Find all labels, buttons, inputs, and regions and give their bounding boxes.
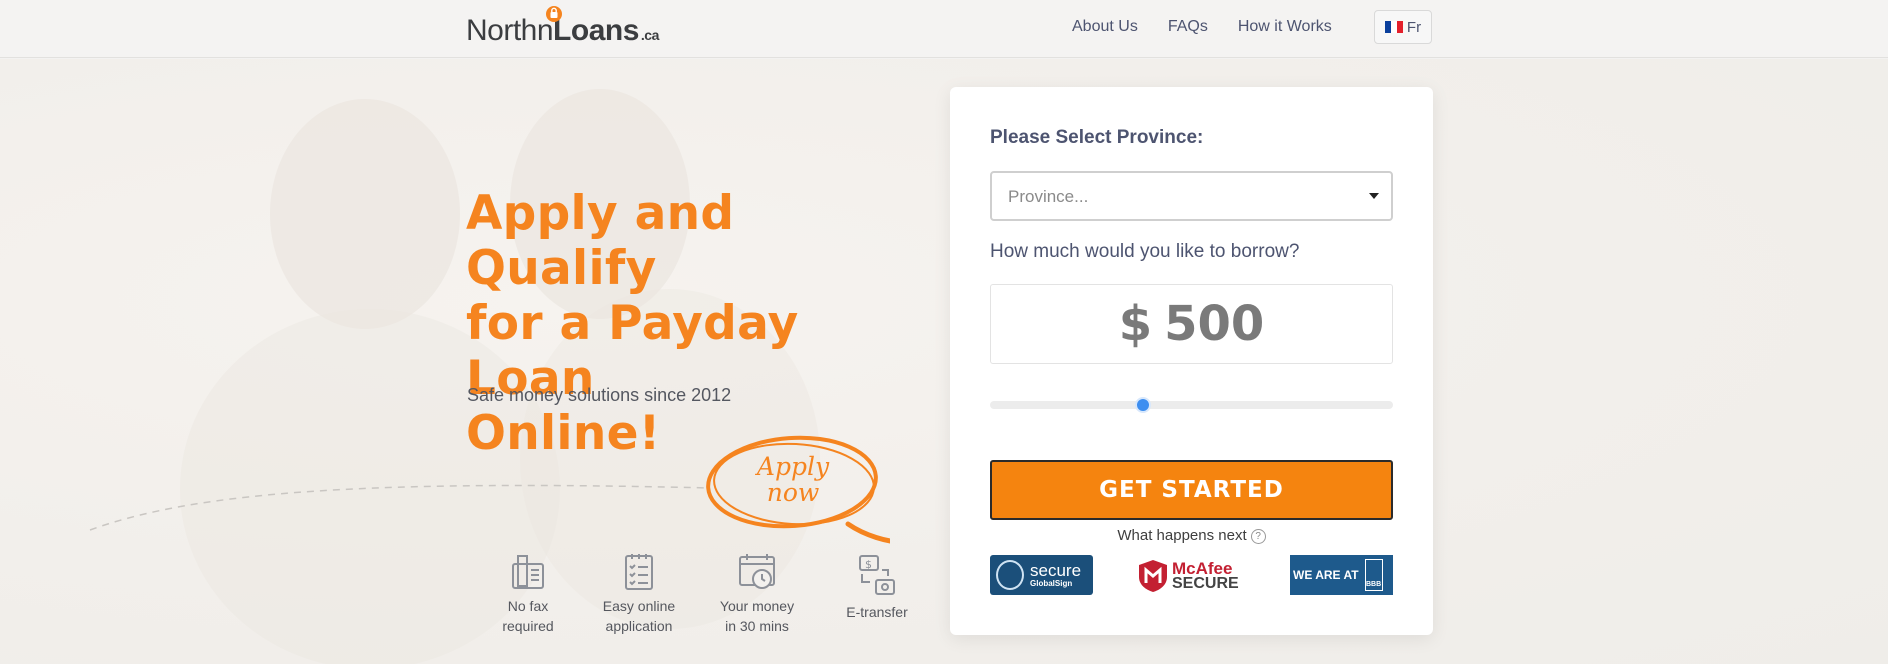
hero-background-photo (0, 59, 1888, 664)
globalsign-brand: GlobalSign (1030, 578, 1073, 588)
feature-label-line-2: in 30 mins (725, 618, 789, 634)
apply-now-stamp: Apply now (700, 434, 890, 564)
province-label: Please Select Province: (990, 127, 1204, 148)
globalsign-shield-icon (996, 560, 1024, 590)
borrow-amount-label: How much would you like to borrow? (990, 241, 1300, 262)
bbb-label: WE ARE AT (1293, 568, 1359, 582)
feature-label-line-1: Your money (719, 598, 795, 614)
what-happens-next-link[interactable]: What happens next? (950, 527, 1433, 544)
features-list: No fax required Easy online application (480, 552, 942, 636)
headline-line-1: Apply and Qualify (466, 186, 735, 296)
logo-text-loans: Loans (553, 14, 639, 47)
loan-amount-display: $ 500 (990, 284, 1393, 364)
e-transfer-icon: $ (859, 555, 895, 595)
bbb-logo-icon: BBB (1364, 559, 1383, 591)
trust-badges: secure GlobalSign McAfee SECURE WE ARE A… (990, 555, 1393, 597)
apply-now-line-2: now (766, 478, 820, 507)
currency-symbol: $ (1118, 296, 1153, 352)
padlock-icon (545, 6, 562, 22)
loan-amount-value: 500 (1164, 296, 1265, 352)
mcafee-shield-icon (1139, 560, 1167, 592)
feature-label-line-2: application (605, 618, 673, 634)
calendar-clock-icon (739, 554, 775, 589)
globalsign-label: secure (1030, 560, 1082, 580)
northnloans-logo[interactable]: North n Loans .ca (466, 6, 659, 50)
nav-about-us[interactable]: About Us (1072, 18, 1138, 36)
france-flag-icon (1384, 21, 1403, 33)
get-started-button[interactable]: GET STARTED (990, 460, 1393, 520)
province-select[interactable]: Province... (990, 171, 1393, 221)
main-nav: About Us FAQs How it Works (1072, 18, 1332, 36)
apply-now-line-1: Apply (756, 452, 830, 481)
hero-tagline: Safe money solutions since 2012 (467, 385, 732, 405)
chevron-down-icon (1369, 193, 1379, 199)
feature-label-line-2: required (502, 618, 554, 634)
nav-faqs[interactable]: FAQs (1168, 18, 1208, 36)
feature-label-line-1: No fax (507, 598, 549, 614)
logo-text-north: North (466, 14, 537, 47)
slider-handle[interactable] (1135, 397, 1152, 413)
hero-headline: Apply and Qualify for a Payday Loan Onli… (466, 186, 936, 461)
language-switch-button[interactable]: Fr (1374, 10, 1432, 44)
what-happens-next-label: What happens next (1117, 527, 1247, 544)
svg-text:$: $ (865, 558, 872, 571)
feature-fast-money: Your money in 30 mins (702, 552, 812, 636)
feature-label-line-1: Easy online (602, 598, 676, 614)
feature-e-transfer: $ E-transfer (812, 552, 942, 636)
loan-application-card: Please Select Province: Province... How … (950, 87, 1433, 635)
apply-now-text: Apply now (748, 454, 838, 506)
feature-no-fax: No fax required (480, 552, 576, 636)
language-label: Fr (1406, 18, 1422, 36)
feature-label-line-1: E-transfer (846, 604, 908, 620)
loan-amount-slider[interactable] (990, 401, 1393, 409)
globalsign-secure-badge[interactable]: secure GlobalSign (990, 555, 1093, 595)
nav-how-it-works[interactable]: How it Works (1238, 18, 1332, 36)
mcafee-label: McAfee (1172, 559, 1233, 578)
feature-easy-application: Easy online application (576, 552, 702, 636)
logo-n-wrap: n (537, 6, 562, 48)
mcafee-secure-badge[interactable]: McAfee SECURE (1138, 557, 1248, 595)
logo-suffix: .ca (640, 27, 659, 43)
bbb-badge[interactable]: WE ARE AT BBB (1290, 555, 1393, 595)
mcafee-secure-label: SECURE (1172, 575, 1239, 592)
fax-machine-icon (512, 555, 544, 589)
decorative-dashed-curve (89, 484, 711, 531)
site-header: North n Loans .ca About Us FAQs How it W… (0, 0, 1888, 58)
clipboard-checklist-icon (625, 554, 653, 590)
background-person-head (270, 99, 460, 329)
question-mark-icon[interactable]: ? (1250, 529, 1266, 544)
province-placeholder: Province... (1008, 187, 1089, 206)
